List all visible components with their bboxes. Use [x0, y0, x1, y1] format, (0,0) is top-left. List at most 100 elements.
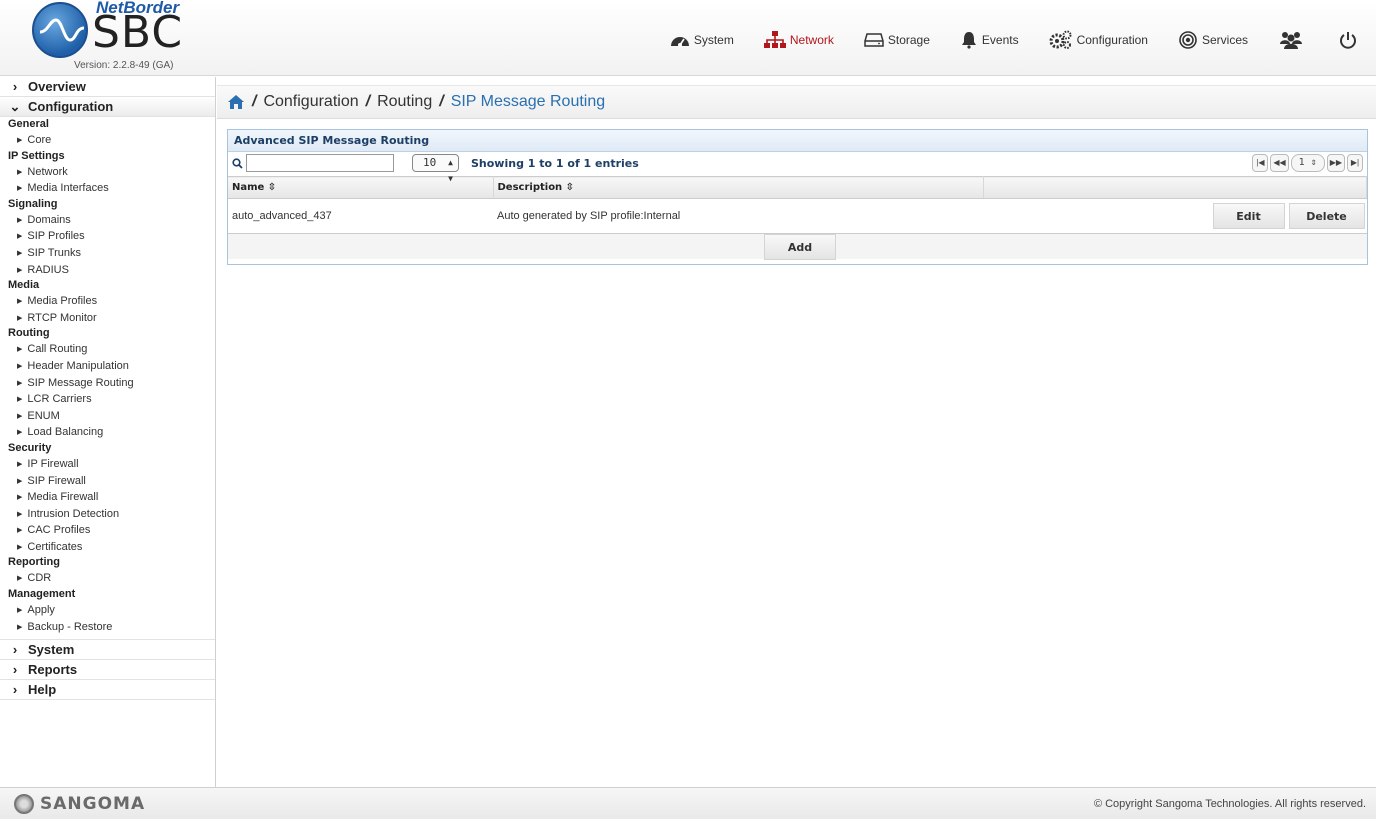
table-toolbar: 10 ▲ ▼ Showing 1 to 1 of 1 entries |◀ ◀◀ … — [228, 152, 1367, 183]
netborder-sbc-logo[interactable]: NetBorder SBC Version: 2.2.8-49 (GA) — [30, 0, 200, 76]
users-icon — [1280, 32, 1302, 49]
services-icon — [1179, 31, 1197, 49]
sidebar-item-label: SIP Profiles — [27, 230, 85, 243]
sidebar-item-enum[interactable]: ▶ ENUM — [0, 408, 215, 425]
sidebar-item-certificates[interactable]: ▶ Certificates — [0, 539, 215, 556]
sidebar-section-system[interactable]: › System — [0, 640, 215, 661]
sidebar-section-label: System — [28, 642, 75, 658]
sidebar-item-label: CAC Profiles — [27, 524, 91, 537]
nav-storage[interactable]: Storage — [864, 32, 930, 48]
sidebar-item-cdr[interactable]: ▶ CDR — [0, 570, 215, 587]
header: NetBorder SBC Version: 2.2.8-49 (GA) Sys… — [0, 0, 1376, 76]
next-page-button[interactable]: ▶▶ — [1326, 154, 1345, 172]
row-description: Auto generated by SIP profile:Internal — [497, 209, 681, 222]
column-header-name[interactable]: Name ⇳ — [228, 176, 494, 199]
sidebar-item-backup-restore[interactable]: ▶ Backup - Restore — [0, 619, 215, 636]
network-icon — [763, 31, 786, 48]
main-content: / Configuration / Routing / SIP Message … — [217, 77, 1376, 787]
sidebar-item-call-routing[interactable]: ▶ Call Routing — [0, 341, 215, 358]
pagination: |◀ ◀◀ 1 ⇕ ▶▶ ▶| — [1250, 154, 1363, 172]
sidebar-item-intrusion-detection[interactable]: ▶ Intrusion Detection — [0, 506, 215, 523]
sidebar-item-lcr-carriers[interactable]: ▶ LCR Carriers — [0, 391, 215, 408]
sidebar-item-sip-trunks[interactable]: ▶ SIP Trunks — [0, 245, 215, 262]
copyright: © Copyright Sangoma Technologies. All ri… — [1093, 798, 1366, 810]
sidebar-group-title: Management — [8, 588, 76, 601]
triangle-right-icon: ▶ — [17, 494, 23, 502]
triangle-right-icon: ▶ — [17, 575, 23, 583]
nav-system[interactable]: System — [670, 32, 734, 48]
sidebar-item-domains[interactable]: ▶ Domains — [0, 212, 215, 229]
sidebar-item-label: Core — [27, 134, 52, 146]
chevron-down-icon: ⌄ — [9, 98, 21, 114]
page-size-select[interactable]: 10 ▲ ▼ — [412, 154, 459, 183]
sidebar-item-label: Certificates — [27, 540, 83, 553]
product-name: SBC — [92, 7, 184, 58]
sidebar-item-sip-message-routing[interactable]: ▶ SIP Message Routing — [0, 375, 215, 392]
sidebar-item-label: Network — [27, 165, 68, 178]
home-icon[interactable] — [227, 94, 245, 110]
nav-power[interactable] — [1338, 30, 1362, 50]
sidebar-item-load-balancing[interactable]: ▶ Load Balancing — [0, 424, 215, 441]
page-size-value: 10 — [423, 156, 437, 169]
column-header-description[interactable]: Description ⇳ — [493, 176, 984, 199]
sidebar-section-overview[interactable]: › Overview — [0, 77, 215, 97]
table-row: auto_advanced_437 Auto generated by SIP … — [228, 199, 1367, 233]
page-select[interactable]: 1 ⇕ — [1290, 154, 1325, 172]
sidebar-section-reports[interactable]: › Reports — [0, 660, 215, 681]
chevron-right-icon: › — [12, 79, 18, 94]
sidebar-section-help[interactable]: › Help — [0, 680, 215, 701]
sidebar-item-media-firewall[interactable]: ▶ Media Firewall — [0, 489, 215, 506]
nav-network-label: Network — [789, 33, 834, 47]
triangle-right-icon: ▶ — [17, 460, 23, 468]
chevron-right-icon: › — [12, 682, 18, 698]
delete-button[interactable]: Delete — [1288, 202, 1365, 229]
nav-network[interactable]: Network — [763, 31, 834, 49]
triangle-right-icon: ▶ — [17, 137, 23, 144]
row-name: auto_advanced_437 — [232, 209, 332, 222]
sangoma-logo-text: SANGOMA — [40, 794, 146, 814]
search-input[interactable] — [246, 154, 394, 172]
sidebar-item-sip-profiles[interactable]: ▶ SIP Profiles — [0, 228, 215, 245]
breadcrumb-configuration[interactable]: Configuration — [263, 93, 358, 111]
nav-services[interactable]: Services — [1178, 30, 1248, 50]
row-actions: Edit Delete — [983, 199, 1367, 233]
sidebar-item-sip-firewall[interactable]: ▶ SIP Firewall — [0, 473, 215, 490]
sidebar-item-radius[interactable]: ▶ RADIUS — [0, 262, 215, 279]
sidebar-section-configuration[interactable]: ⌄ Configuration — [0, 97, 215, 117]
sidebar-item-apply[interactable]: ▶ Apply — [0, 602, 215, 619]
panel-title: Advanced SIP Message Routing — [228, 130, 1367, 152]
sidebar-item-label: SIP Trunks — [27, 246, 81, 259]
last-page-button[interactable]: ▶| — [1347, 154, 1363, 172]
sidebar-item-media-profiles[interactable]: ▶ Media Profiles — [0, 293, 215, 310]
sidebar-item-label: LCR Carriers — [27, 393, 92, 406]
breadcrumb-current: SIP Message Routing — [450, 93, 606, 110]
sidebar-item-header-manipulation[interactable]: ▶ Header Manipulation — [0, 358, 215, 375]
entries-info: Showing 1 to 1 of 1 entries — [471, 157, 639, 170]
edit-button[interactable]: Edit — [1212, 202, 1285, 229]
sidebar-item-label: Media Profiles — [27, 295, 98, 308]
nav-users[interactable] — [1278, 30, 1308, 50]
sidebar-item-media-interfaces[interactable]: ▶ Media Interfaces — [0, 180, 215, 197]
sidebar-group-title: Signaling — [8, 197, 58, 210]
sidebar-item-label: RADIUS — [27, 263, 69, 276]
sidebar-group-title: Media — [8, 279, 40, 292]
sidebar-item-network[interactable]: ▶ Network — [0, 164, 215, 181]
breadcrumb-routing[interactable]: Routing — [377, 93, 432, 111]
triangle-right-icon: ▶ — [17, 412, 23, 420]
add-button[interactable]: Add — [764, 233, 836, 260]
sidebar-item-core[interactable]: ▶ Core — [0, 132, 215, 149]
sidebar-section-label: Reports — [28, 662, 78, 678]
triangle-right-icon: ▶ — [17, 362, 23, 370]
sidebar-item-label: Header Manipulation — [27, 359, 129, 372]
previous-page-button[interactable]: ◀◀ — [1270, 154, 1289, 172]
routing-table: Name ⇳ Description ⇳ auto_advanced_437 A… — [228, 176, 1367, 233]
page-number: 1 — [1298, 157, 1305, 168]
sidebar-item-cac-profiles[interactable]: ▶ CAC Profiles — [0, 522, 215, 539]
first-page-button[interactable]: |◀ — [1252, 154, 1269, 172]
sidebar-item-ip-firewall[interactable]: ▶ IP Firewall — [0, 456, 215, 473]
sidebar-item-rtcp-monitor[interactable]: ▶ RTCP Monitor — [0, 310, 215, 327]
sidebar-item-label: Apply — [27, 604, 55, 617]
nav-events[interactable]: Events — [960, 31, 1019, 49]
triangle-right-icon: ▶ — [17, 527, 23, 535]
nav-configuration[interactable]: Configuration — [1049, 30, 1148, 50]
